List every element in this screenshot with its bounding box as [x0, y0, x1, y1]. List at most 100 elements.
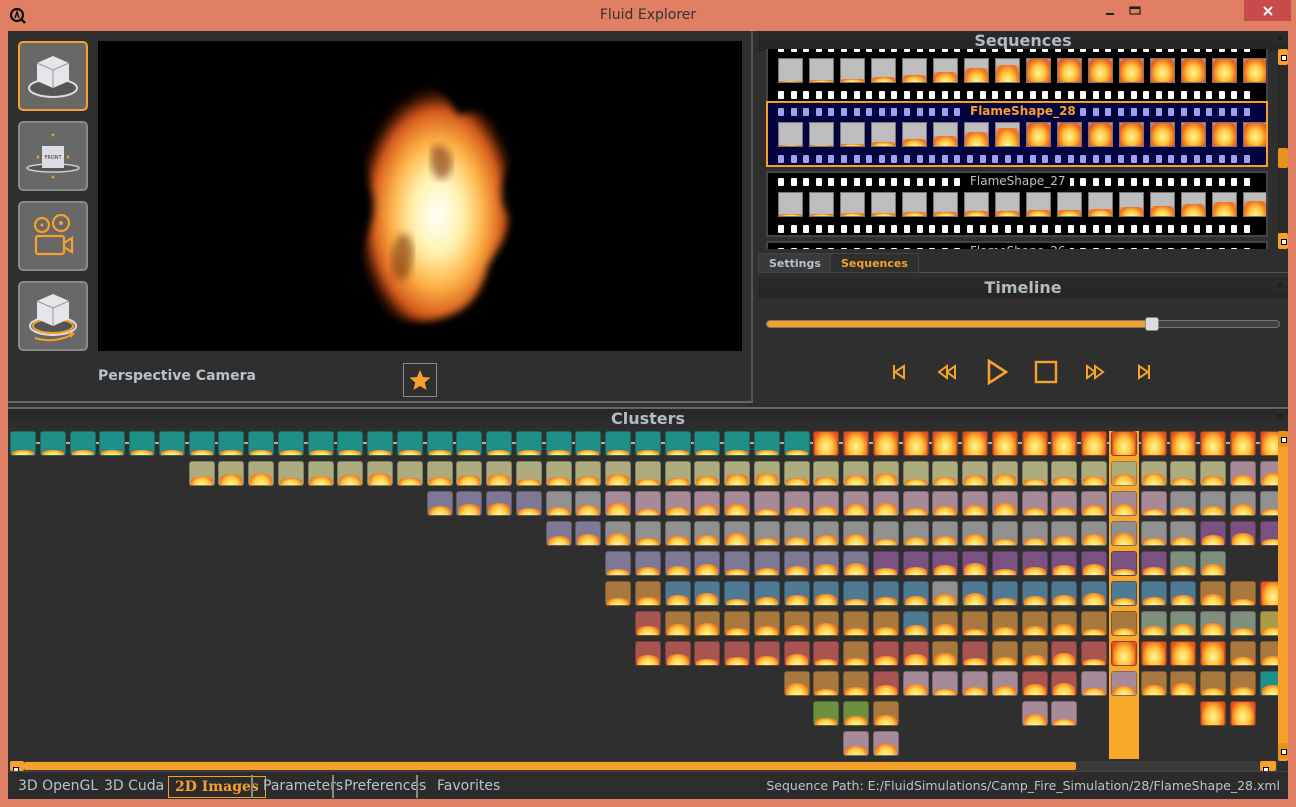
cluster-tile[interactable]	[1230, 701, 1256, 726]
cluster-tile[interactable]	[813, 581, 839, 606]
cluster-tile[interactable]	[1230, 461, 1256, 486]
cluster-tile[interactable]	[962, 461, 988, 486]
cluster-tile[interactable]	[1141, 431, 1167, 456]
cluster-tile[interactable]	[1111, 611, 1137, 636]
cluster-tile[interactable]	[694, 641, 720, 666]
cluster-tile[interactable]	[962, 521, 988, 546]
cluster-tile[interactable]	[427, 431, 453, 456]
cluster-tile[interactable]	[248, 431, 274, 456]
cluster-tile[interactable]	[873, 521, 899, 546]
scroll-down-button[interactable]	[1278, 233, 1288, 249]
cluster-tile[interactable]	[486, 431, 512, 456]
cluster-tile[interactable]	[843, 491, 869, 516]
cluster-tile[interactable]	[962, 491, 988, 516]
cluster-tile[interactable]	[1081, 581, 1107, 606]
skip-to-start-button[interactable]	[885, 358, 913, 386]
cluster-tile[interactable]	[427, 461, 453, 486]
cluster-tile[interactable]	[754, 551, 780, 576]
cluster-tile[interactable]	[813, 671, 839, 696]
cluster-tile[interactable]	[1051, 611, 1077, 636]
cluster-tile[interactable]	[635, 431, 661, 456]
cluster-tile[interactable]	[1260, 521, 1278, 546]
cluster-tile[interactable]	[1081, 671, 1107, 696]
cluster-tile[interactable]	[724, 581, 750, 606]
cluster-grid[interactable]	[10, 431, 1278, 761]
cluster-tile[interactable]	[932, 461, 958, 486]
cluster-tile[interactable]	[516, 461, 542, 486]
cluster-tile[interactable]	[1081, 461, 1107, 486]
cluster-tile[interactable]	[1022, 431, 1048, 456]
cluster-tile[interactable]	[1200, 491, 1226, 516]
cluster-tile[interactable]	[754, 641, 780, 666]
cluster-tile[interactable]	[1200, 521, 1226, 546]
tab-favorites[interactable]: Favorites	[431, 776, 506, 798]
cluster-tile[interactable]	[784, 611, 810, 636]
cluster-tile[interactable]	[605, 461, 631, 486]
front-view-button[interactable]: FRONT	[18, 121, 88, 191]
cluster-tile[interactable]	[784, 491, 810, 516]
cluster-tile[interactable]	[813, 461, 839, 486]
cluster-tile[interactable]	[694, 611, 720, 636]
cluster-tile[interactable]	[843, 701, 869, 726]
tab-3d-cuda[interactable]: 3D Cuda	[98, 776, 170, 798]
cluster-tile[interactable]	[873, 641, 899, 666]
cluster-tile[interactable]	[932, 581, 958, 606]
favorite-button[interactable]	[403, 363, 437, 397]
cluster-tile[interactable]	[932, 641, 958, 666]
cluster-scroll-left[interactable]	[10, 761, 24, 773]
cluster-tile[interactable]	[70, 431, 96, 456]
cluster-tile[interactable]	[754, 491, 780, 516]
cluster-tile[interactable]	[1200, 611, 1226, 636]
cluster-tile[interactable]	[1022, 551, 1048, 576]
cluster-scroll-up[interactable]	[1278, 431, 1288, 447]
cluster-tile[interactable]	[1051, 641, 1077, 666]
cluster-tile[interactable]	[843, 731, 869, 756]
cluster-tile[interactable]	[308, 461, 334, 486]
cluster-tile[interactable]	[1051, 581, 1077, 606]
cluster-tile[interactable]	[962, 641, 988, 666]
cluster-tile[interactable]	[903, 581, 929, 606]
cluster-tile[interactable]	[694, 431, 720, 456]
cluster-tile[interactable]	[1022, 641, 1048, 666]
cluster-tile[interactable]	[1141, 551, 1167, 576]
cluster-tile[interactable]	[189, 461, 215, 486]
cluster-tile[interactable]	[665, 581, 691, 606]
cluster-tile[interactable]	[159, 431, 185, 456]
cluster-tile[interactable]	[694, 461, 720, 486]
cluster-tile[interactable]	[843, 671, 869, 696]
cluster-tile[interactable]	[873, 461, 899, 486]
cluster-tile[interactable]	[873, 731, 899, 756]
cluster-tile[interactable]	[962, 581, 988, 606]
cluster-tile[interactable]	[1170, 551, 1196, 576]
cluster-tile[interactable]	[1170, 521, 1196, 546]
cluster-tile[interactable]	[843, 461, 869, 486]
cluster-tile[interactable]	[1022, 491, 1048, 516]
cluster-tile[interactable]	[1141, 461, 1167, 486]
cluster-tile[interactable]	[10, 431, 36, 456]
cluster-tile[interactable]	[1230, 611, 1256, 636]
cluster-tile[interactable]	[337, 431, 363, 456]
cluster-tile[interactable]	[873, 581, 899, 606]
cluster-tile[interactable]	[1022, 581, 1048, 606]
cluster-tile[interactable]	[962, 551, 988, 576]
cluster-tile[interactable]	[1051, 521, 1077, 546]
cluster-tile[interactable]	[932, 551, 958, 576]
sequence-item[interactable]	[766, 49, 1268, 103]
cluster-tile[interactable]	[189, 431, 215, 456]
cluster-tile[interactable]	[992, 671, 1018, 696]
cluster-tile[interactable]	[813, 491, 839, 516]
cluster-tile[interactable]	[665, 641, 691, 666]
timeline-close[interactable]: ×	[1275, 280, 1284, 291]
tab-preferences[interactable]: Preferences	[338, 776, 432, 798]
cluster-tile[interactable]	[784, 431, 810, 456]
cluster-tile[interactable]	[1081, 551, 1107, 576]
cluster-tile[interactable]	[873, 671, 899, 696]
cluster-tile[interactable]	[962, 431, 988, 456]
cluster-tile[interactable]	[635, 641, 661, 666]
cluster-tile[interactable]	[218, 461, 244, 486]
cluster-tile[interactable]	[873, 491, 899, 516]
cluster-tile[interactable]	[456, 461, 482, 486]
cluster-tile[interactable]	[1200, 641, 1226, 666]
cluster-tile[interactable]	[40, 431, 66, 456]
cluster-tile[interactable]	[1081, 431, 1107, 456]
